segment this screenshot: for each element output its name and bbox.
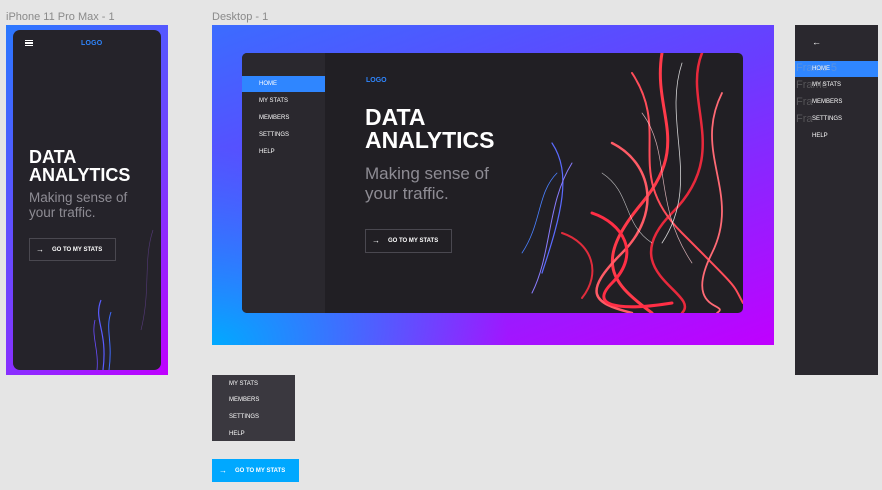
arrow-left-icon[interactable]: ← [812, 37, 821, 47]
arrow-right-icon: → [219, 465, 227, 475]
nav-item-home[interactable]: HOME [242, 76, 325, 92]
phone-frame-label[interactable]: iPhone 11 Pro Max - 1 [6, 11, 115, 23]
subtitle-line-2: your traffic. [29, 205, 96, 220]
subtitle-line-2: your traffic. [365, 184, 449, 203]
nav-item-my-stats[interactable]: MY STATS [242, 93, 325, 109]
submenu-item-settings[interactable]: SETTINGS [212, 409, 295, 425]
nav-item-settings[interactable]: SETTINGS [795, 111, 878, 127]
page-title: DATA ANALYTICS [29, 148, 130, 184]
subtitle: Making sense of your traffic. [29, 190, 159, 220]
desktop-artboard[interactable]: HOME MY STATS MEMBERS SETTINGS HELP LOGO… [212, 25, 774, 345]
go-to-stats-button[interactable]: → GO TO MY STATS [365, 229, 452, 253]
subtitle-line-1: Making sense of [29, 190, 128, 205]
title-line-2: ANALYTICS [365, 127, 495, 153]
title-line-2: ANALYTICS [29, 165, 131, 185]
desktop-light-trails [521, 53, 743, 313]
mobile-menu-panel[interactable]: ← HOME MY STATS MEMBERS SETTINGS HELP [795, 25, 878, 375]
logo[interactable]: LOGO [81, 40, 102, 47]
arrow-right-icon: → [372, 236, 380, 245]
nav-item-help[interactable]: HELP [795, 128, 878, 144]
submenu-component[interactable]: MY STATS MEMBERS SETTINGS HELP [212, 375, 295, 441]
hamburger-menu-icon[interactable] [25, 40, 33, 47]
submenu-item-members[interactable]: MEMBERS [212, 392, 295, 408]
submenu-item-my-stats[interactable]: MY STATS [212, 376, 295, 392]
title-line-1: DATA [365, 104, 426, 130]
phone-screen: LOGO DATA ANALYTICS Making sense of your… [13, 30, 161, 370]
button-label: GO TO MY STATS [235, 467, 286, 474]
nav-item-members[interactable]: MEMBERS [795, 94, 878, 110]
nav-item-help[interactable]: HELP [242, 144, 325, 160]
go-to-stats-button-component[interactable]: → GO TO MY STATS [212, 459, 299, 482]
button-label: GO TO MY STATS [52, 246, 103, 253]
logo[interactable]: LOGO [366, 77, 387, 84]
title-line-1: DATA [29, 147, 77, 167]
desktop-frame-label[interactable]: Desktop - 1 [212, 11, 268, 23]
nav-item-members[interactable]: MEMBERS [242, 110, 325, 126]
sidebar-nav: HOME MY STATS MEMBERS SETTINGS HELP [242, 53, 325, 313]
page-title: DATA ANALYTICS [365, 106, 495, 152]
button-label: GO TO MY STATS [388, 238, 439, 244]
arrow-right-icon: → [36, 244, 44, 254]
desktop-screen: HOME MY STATS MEMBERS SETTINGS HELP LOGO… [242, 53, 743, 313]
phone-artboard[interactable]: LOGO DATA ANALYTICS Making sense of your… [6, 25, 168, 375]
go-to-stats-button[interactable]: → GO TO MY STATS [29, 238, 116, 261]
subtitle-line-1: Making sense of [365, 164, 489, 183]
nav-item-settings[interactable]: SETTINGS [242, 127, 325, 143]
nav-item-home[interactable]: HOME [795, 61, 878, 77]
subtitle: Making sense of your traffic. [365, 164, 525, 204]
nav-item-my-stats[interactable]: MY STATS [795, 77, 878, 93]
submenu-item-help[interactable]: HELP [212, 426, 295, 442]
